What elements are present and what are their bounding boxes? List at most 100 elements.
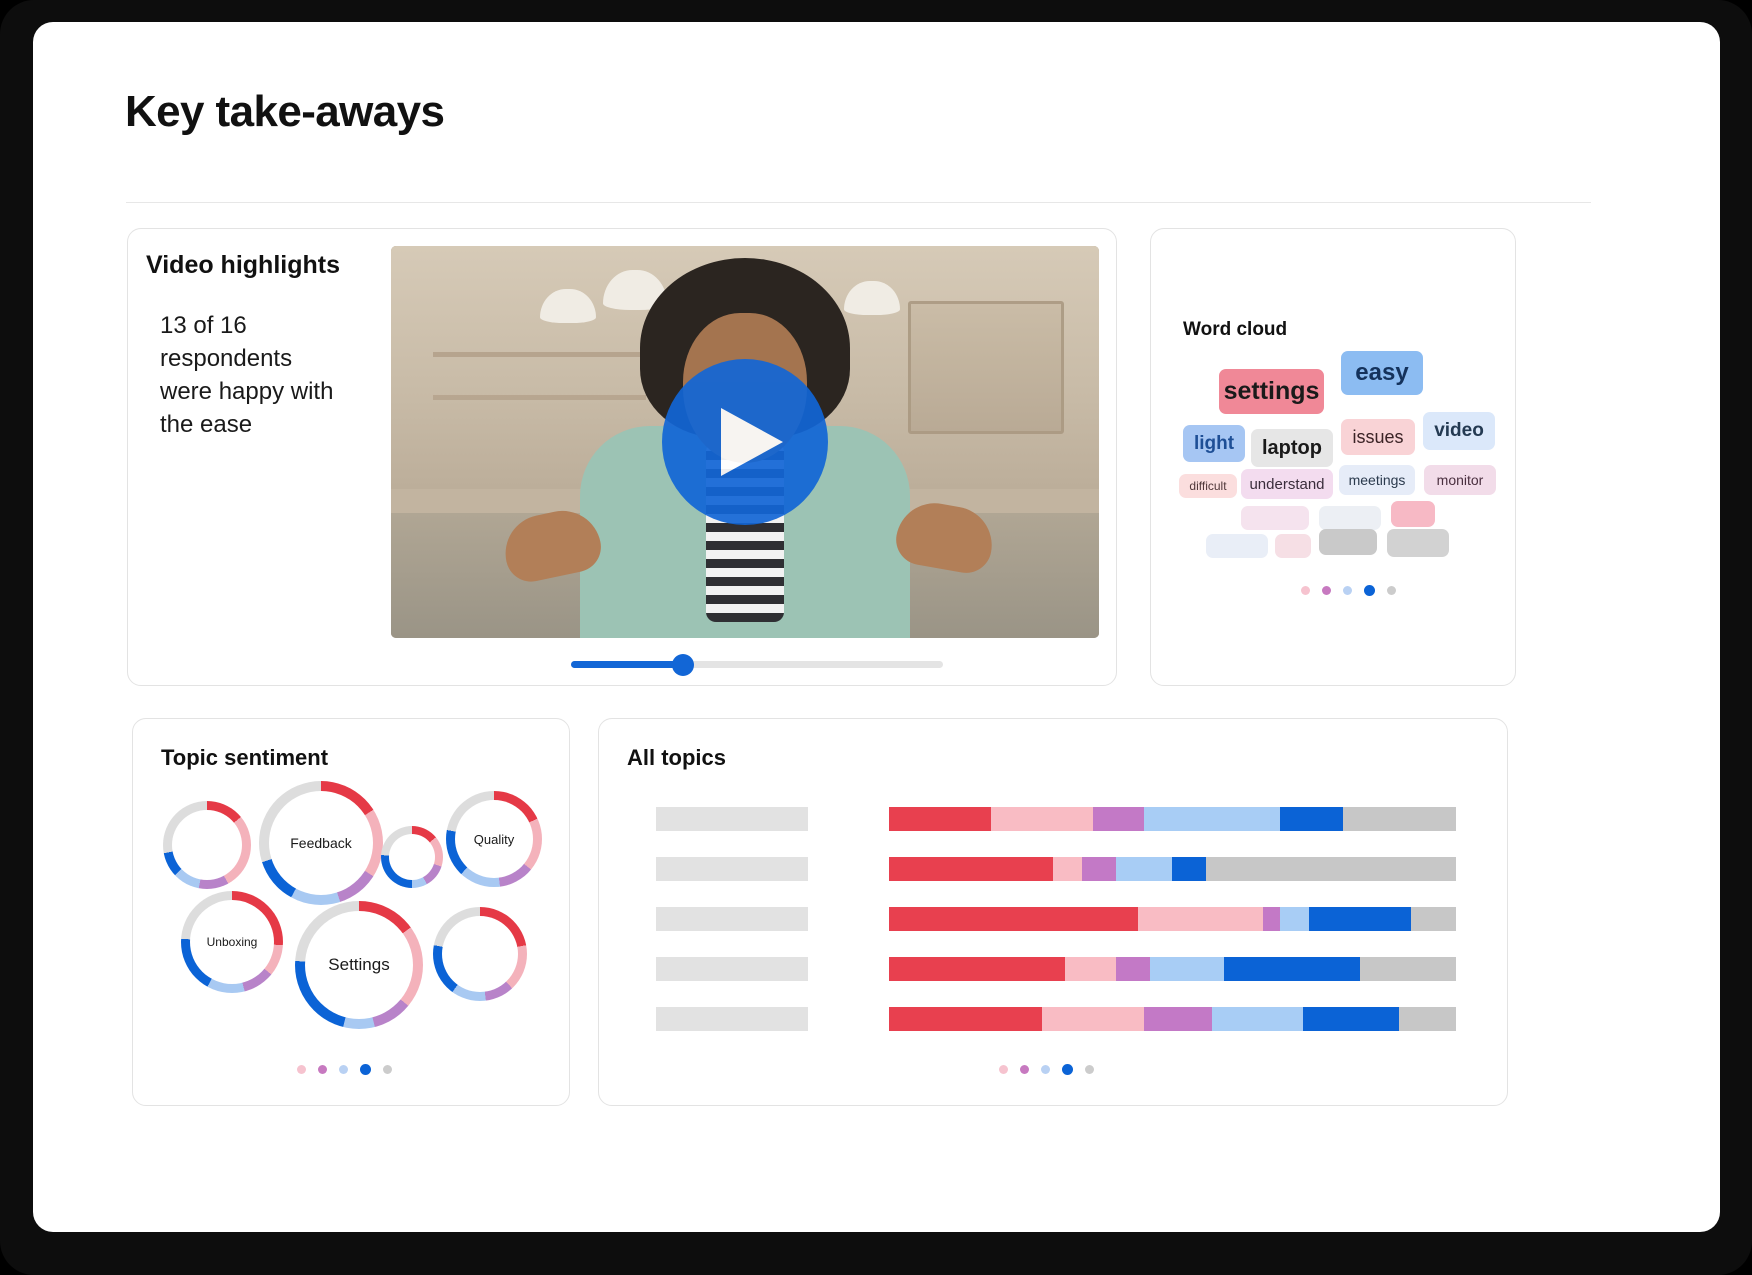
donut-hole [442,916,518,992]
word-chip-light[interactable]: light [1183,425,1245,462]
bar-segment-1 [889,857,1054,881]
word-cloud-dot-5[interactable] [1387,586,1396,595]
bar-segment-3 [1263,907,1281,931]
bar-segment-2 [1064,957,1116,981]
donut-feedback[interactable]: Feedback [259,781,383,905]
bar-segment-3 [1144,1007,1213,1031]
word-chip-monitor[interactable]: monitor [1424,465,1496,495]
word-cloud-pagination[interactable] [1301,585,1396,596]
bar-segment-1 [889,957,1065,981]
donut-label: Unboxing [206,935,258,949]
sentiment-stacked-bar [889,957,1456,981]
donut-chart[interactable] [381,826,443,888]
bar-segment-2 [1138,907,1264,931]
all-topics-dot-2[interactable] [1020,1065,1029,1074]
word-chip-label: settings [1223,377,1320,405]
word-chip-issues[interactable]: issues [1341,419,1415,455]
bar-segment-2 [991,807,1094,831]
word-chip-label: easy [1355,359,1409,386]
topic-sentiment-dot-1[interactable] [297,1065,306,1074]
word-chip-label: laptop [1262,436,1322,459]
all-topics-card: All topics [598,718,1508,1106]
donut-label: Quality [473,831,515,847]
topic-sentiment-dot-3[interactable] [339,1065,348,1074]
bar-segment-4 [1115,857,1173,881]
word-chip-label: meetings [1348,472,1406,488]
topic-label-placeholder [656,857,808,881]
word-chip-settings[interactable]: settings [1219,369,1324,414]
title-divider [126,202,1591,203]
donut-hole [389,834,435,880]
video-progress-thumb[interactable] [671,653,694,676]
bar-segment-6 [1206,857,1456,881]
bar-segment-3 [1081,857,1116,881]
bar-segment-5 [1223,957,1360,981]
word-chip-label: difficult [1189,479,1227,493]
bar-segment-2 [1053,857,1082,881]
word-chip-label: issues [1352,426,1404,447]
topic-label-placeholder [656,1007,808,1031]
video-highlights-blurb: 13 of 16 respondents were happy with the… [160,312,334,438]
topic-sentiment-dot-4[interactable] [360,1064,371,1075]
all-topics-dot-5[interactable] [1085,1065,1094,1074]
video-bg-shelf-lower [433,394,646,400]
donut-unboxing[interactable]: Unboxing [181,891,283,993]
word-chip-understand[interactable]: understand [1241,469,1333,499]
all-topics-dot-4[interactable] [1062,1064,1073,1075]
topic-label-placeholder [656,907,808,931]
word-chip-placeholder [1241,506,1309,530]
sentiment-stacked-bar [889,807,1456,831]
topic-sentiment-dot-2[interactable] [318,1065,327,1074]
word-chip-easy[interactable]: easy [1341,351,1423,395]
video-bg-cabinet [907,300,1064,435]
word-cloud-dot-1[interactable] [1301,586,1310,595]
sentiment-stacked-bar [889,1007,1456,1031]
video-player[interactable] [391,246,1099,638]
device-frame: Key take-aways Video highlights 13 of 16… [0,0,1752,1275]
all-topics-rows [599,719,1507,1105]
word-chip-video[interactable]: video [1423,412,1495,450]
bar-segment-6 [1342,807,1456,831]
bar-segment-5 [1302,1007,1400,1031]
donut-settings[interactable]: Settings [295,901,423,1029]
word-chip-difficult[interactable]: difficult [1179,474,1237,498]
bar-segment-5 [1308,907,1411,931]
donut-chart[interactable] [433,907,527,1001]
bar-segment-4 [1144,807,1281,831]
word-cloud-dot-4[interactable] [1364,585,1375,596]
table-row[interactable] [599,957,1507,981]
word-cloud-dot-3[interactable] [1343,586,1352,595]
word-chip-placeholder [1275,534,1311,558]
all-topics-dot-3[interactable] [1041,1065,1050,1074]
word-chip-placeholder [1206,534,1268,558]
bar-segment-6 [1359,957,1456,981]
word-chip-laptop[interactable]: laptop [1251,429,1333,467]
play-icon[interactable] [662,359,828,525]
bar-segment-5 [1172,857,1207,881]
table-row[interactable] [599,807,1507,831]
bar-segment-4 [1149,957,1224,981]
word-chip-label: monitor [1436,472,1484,488]
video-progress-slider[interactable] [571,653,943,676]
word-chip-label: light [1193,432,1235,454]
word-cloud-dot-2[interactable] [1322,586,1331,595]
donut-quality[interactable]: Quality [446,791,542,887]
all-topics-pagination[interactable] [999,1064,1094,1075]
table-row[interactable] [599,857,1507,881]
word-chip-label: video [1434,420,1484,441]
all-topics-dot-1[interactable] [999,1065,1008,1074]
topic-sentiment-dot-5[interactable] [383,1065,392,1074]
word-chip-meetings[interactable]: meetings [1339,465,1415,495]
topic-sentiment-chart: Feedback Quality Unboxing Settings [133,719,569,1105]
bar-segment-3 [1115,957,1150,981]
topic-label-placeholder [656,807,808,831]
donut-chart[interactable] [163,801,251,889]
table-row[interactable] [599,1007,1507,1031]
bar-segment-6 [1410,907,1456,931]
word-cloud-card: Word cloud settings easy light laptop issues… [1150,228,1516,686]
donut-label: Settings [328,955,390,974]
bar-segment-6 [1399,1007,1456,1031]
page-title: Key take-aways [125,87,445,136]
table-row[interactable] [599,907,1507,931]
topic-sentiment-pagination[interactable] [297,1064,392,1075]
